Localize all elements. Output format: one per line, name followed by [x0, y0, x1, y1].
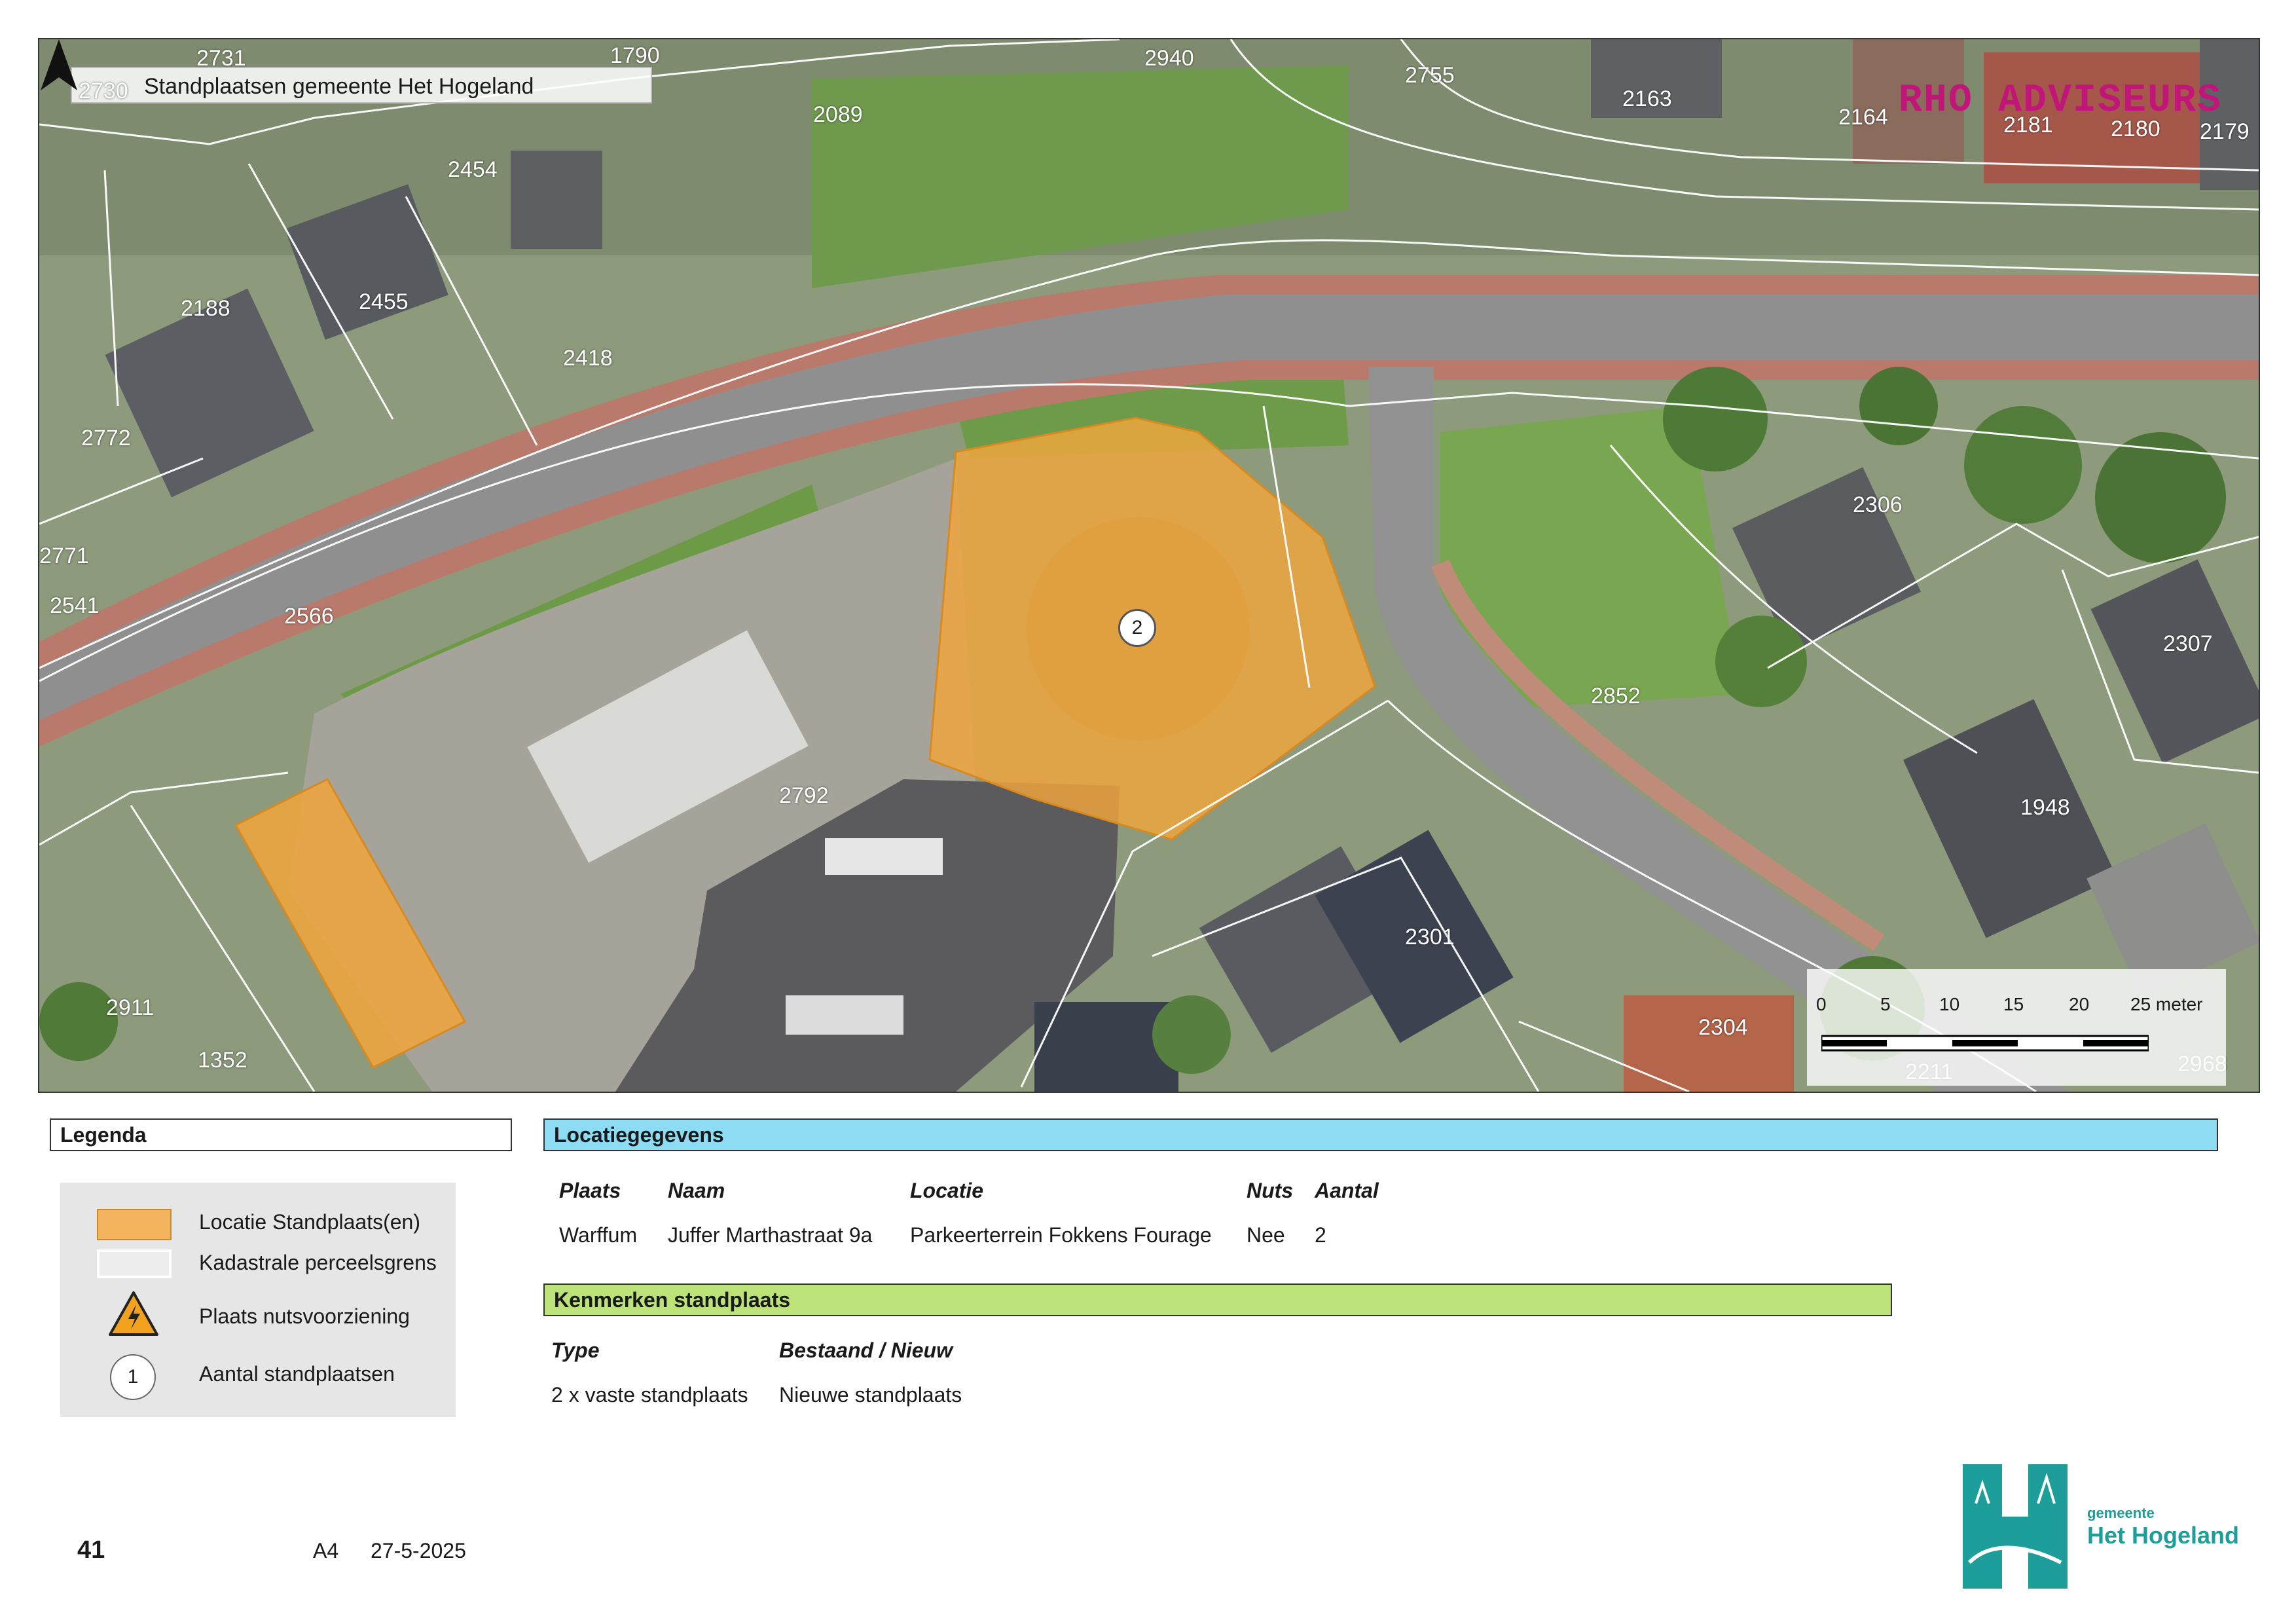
value-type: 2 x vaste standplaats	[551, 1383, 748, 1407]
municipality-logo-icon	[1963, 1464, 2068, 1589]
parcel-label: 2852	[1591, 684, 1641, 709]
parcel-label: 2418	[563, 346, 613, 371]
parcel-label: 2180	[2111, 117, 2160, 141]
parcel-label: 2730	[79, 79, 128, 103]
header-plaats: Plaats	[559, 1179, 621, 1202]
parcel-label: 2455	[359, 289, 409, 314]
legend-item: Plaats nutsvoorziening	[199, 1304, 410, 1328]
parcel-label: 2731	[196, 46, 246, 71]
map-frame: Standplaatsen gemeente Het Hogeland RHO …	[38, 38, 2260, 1093]
header-aantal: Aantal	[1315, 1179, 1379, 1202]
value-nuts: Nee	[1247, 1223, 1285, 1247]
boundary-swatch	[97, 1249, 172, 1278]
legend-panel: Locatie Standplaats(en) Kadastrale perce…	[60, 1183, 456, 1417]
count-symbol: 1	[110, 1354, 156, 1400]
location-data-header: Locatiegegevens	[543, 1118, 2218, 1151]
header-naam: Naam	[668, 1179, 725, 1202]
scale-tick-label: 0	[1816, 994, 1827, 1014]
parcel-label: 2181	[2003, 113, 2053, 138]
parcel-label: 2306	[1853, 492, 1903, 517]
header-nuts: Nuts	[1247, 1179, 1294, 1202]
document-date: 27-5-2025	[371, 1539, 466, 1562]
municipality-title: Het Hogeland	[2087, 1522, 2240, 1549]
legend-item: Kadastrale perceelsgrens	[199, 1251, 437, 1274]
scale-tick-label: 20	[2069, 994, 2090, 1014]
scale-bar-graphic	[1821, 1035, 2149, 1052]
parcel-label: 2301	[1405, 925, 1455, 950]
parcel-label: 2772	[81, 426, 131, 451]
utility-warning-icon	[109, 1291, 158, 1336]
scale-tick-label: 25 meter	[2130, 994, 2203, 1014]
parcel-label: 2454	[448, 157, 498, 182]
standplaats-count-marker: 2	[1118, 609, 1156, 647]
legend-header: Legenda	[50, 1118, 512, 1151]
value-bestaand-nieuw: Nieuwe standplaats	[779, 1383, 962, 1407]
scale-bar: 0 5 10 15 20 25 meter	[1807, 969, 2226, 1086]
parcel-label: 1948	[2020, 795, 2070, 820]
north-arrow-icon	[41, 39, 77, 90]
value-locatie: Parkeerterrein Fokkens Fourage	[910, 1223, 1212, 1247]
parcel-label: 2771	[39, 544, 89, 568]
parcel-label: 1352	[198, 1048, 247, 1073]
legend-item: Locatie Standplaats(en)	[199, 1210, 420, 1234]
parcel-label: 2188	[181, 296, 230, 321]
page-number: 41	[77, 1536, 105, 1564]
header-locatie: Locatie	[910, 1179, 984, 1202]
scale-tick-label: 15	[2003, 994, 2024, 1014]
legend-item: Aantal standplaatsen	[199, 1362, 395, 1386]
municipality-prefix: gemeente	[2087, 1505, 2155, 1521]
value-plaats: Warffum	[559, 1223, 638, 1247]
parcel-label: 2163	[1622, 86, 1672, 111]
characteristics-header: Kenmerken standplaats	[543, 1283, 1892, 1316]
parcel-label: 1790	[610, 43, 660, 68]
parcel-label: 2911	[106, 995, 155, 1020]
header-type: Type	[551, 1338, 600, 1362]
parcel-label: 2755	[1405, 63, 1455, 88]
municipality-name: gemeente Het Hogeland	[2087, 1505, 2239, 1549]
location-swatch	[97, 1209, 172, 1240]
paper-format: A4	[313, 1539, 339, 1562]
value-aantal: 2	[1315, 1223, 1326, 1247]
rho-adviseurs-logo: RHO ADVISEURS	[1898, 79, 2222, 123]
parcel-label: 2164	[1838, 105, 1888, 130]
map-title: Standplaatsen gemeente Het Hogeland	[71, 67, 652, 103]
parcel-label: 2089	[813, 102, 863, 127]
parcel-label: 2307	[2163, 631, 2213, 656]
parcel-label: 2304	[1698, 1015, 1748, 1040]
scale-tick-label: 5	[1880, 994, 1891, 1014]
parcel-label: 2940	[1144, 46, 1194, 71]
parcel-label: 2179	[2200, 119, 2250, 144]
parcel-label: 2566	[284, 604, 334, 629]
parcel-label: 2792	[779, 783, 829, 808]
parcel-label: 2541	[50, 593, 100, 618]
scale-tick-label: 10	[1939, 994, 1960, 1014]
value-naam: Juffer Marthastraat 9a	[668, 1223, 873, 1247]
header-bestaand-nieuw: Bestaand / Nieuw	[779, 1338, 953, 1362]
aerial-map	[39, 39, 2259, 1092]
